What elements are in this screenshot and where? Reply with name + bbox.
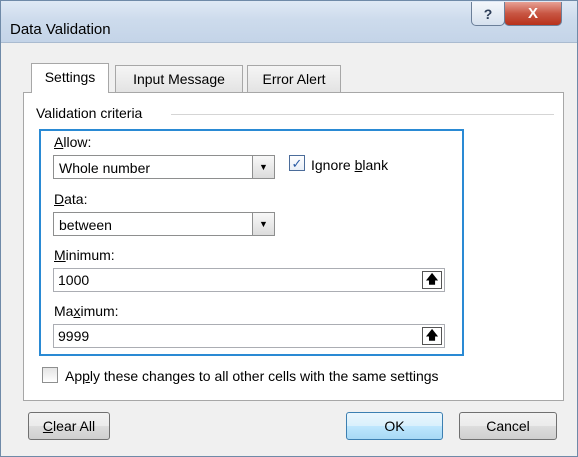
validation-criteria-title: Validation criteria bbox=[36, 105, 147, 121]
tab-settings-label: Settings bbox=[44, 69, 96, 85]
checkmark-icon: ✓ bbox=[291, 155, 303, 171]
ignore-blank-label[interactable]: Ignore blank bbox=[311, 157, 388, 173]
chevron-down-icon[interactable]: ▼ bbox=[252, 213, 274, 235]
cancel-label: Cancel bbox=[486, 418, 530, 434]
minimum-label: Minimum: bbox=[54, 247, 115, 263]
ok-label: OK bbox=[384, 418, 405, 434]
allow-label: Allow: bbox=[54, 134, 92, 150]
range-selector-icon[interactable]: 🡅 bbox=[422, 271, 442, 289]
clear-all-label: Clear All bbox=[42, 418, 96, 434]
data-validation-dialog: Data Validation ? X Settings Input Messa… bbox=[0, 0, 578, 457]
close-button[interactable]: X bbox=[504, 2, 562, 26]
apply-all-checkbox[interactable] bbox=[42, 367, 58, 383]
allow-select[interactable]: Whole number ▼ bbox=[53, 155, 275, 179]
maximum-field[interactable]: 🡅 bbox=[53, 324, 445, 348]
tab-error-alert-label: Error Alert bbox=[262, 71, 326, 87]
data-select[interactable]: between ▼ bbox=[53, 212, 275, 236]
tab-input-message[interactable]: Input Message bbox=[115, 65, 243, 92]
ignore-blank-checkbox[interactable]: ✓ bbox=[289, 155, 305, 171]
tab-settings[interactable]: Settings bbox=[31, 63, 109, 93]
title-bar: Data Validation ? X bbox=[1, 1, 577, 43]
range-selector-icon[interactable]: 🡅 bbox=[422, 327, 442, 345]
help-icon: ? bbox=[483, 5, 493, 22]
window-title: Data Validation bbox=[10, 21, 111, 38]
maximum-input[interactable] bbox=[58, 328, 398, 344]
data-select-value: between bbox=[59, 217, 112, 233]
ok-button[interactable]: OK bbox=[346, 412, 443, 440]
chevron-down-icon[interactable]: ▼ bbox=[252, 156, 274, 178]
maximum-label: Maximum: bbox=[54, 303, 119, 319]
minimum-field[interactable]: 🡅 bbox=[53, 268, 445, 292]
tab-input-message-label: Input Message bbox=[133, 71, 225, 87]
apply-all-label[interactable]: Apply these changes to all other cells w… bbox=[65, 368, 439, 384]
allow-select-value: Whole number bbox=[59, 160, 151, 176]
group-divider bbox=[171, 114, 554, 115]
close-icon: X bbox=[527, 5, 538, 22]
help-button[interactable]: ? bbox=[471, 2, 505, 26]
tab-error-alert[interactable]: Error Alert bbox=[247, 65, 341, 92]
clear-all-button[interactable]: Clear All bbox=[28, 412, 110, 440]
data-label: Data: bbox=[54, 191, 88, 207]
minimum-input[interactable] bbox=[58, 272, 398, 288]
cancel-button[interactable]: Cancel bbox=[459, 412, 557, 440]
